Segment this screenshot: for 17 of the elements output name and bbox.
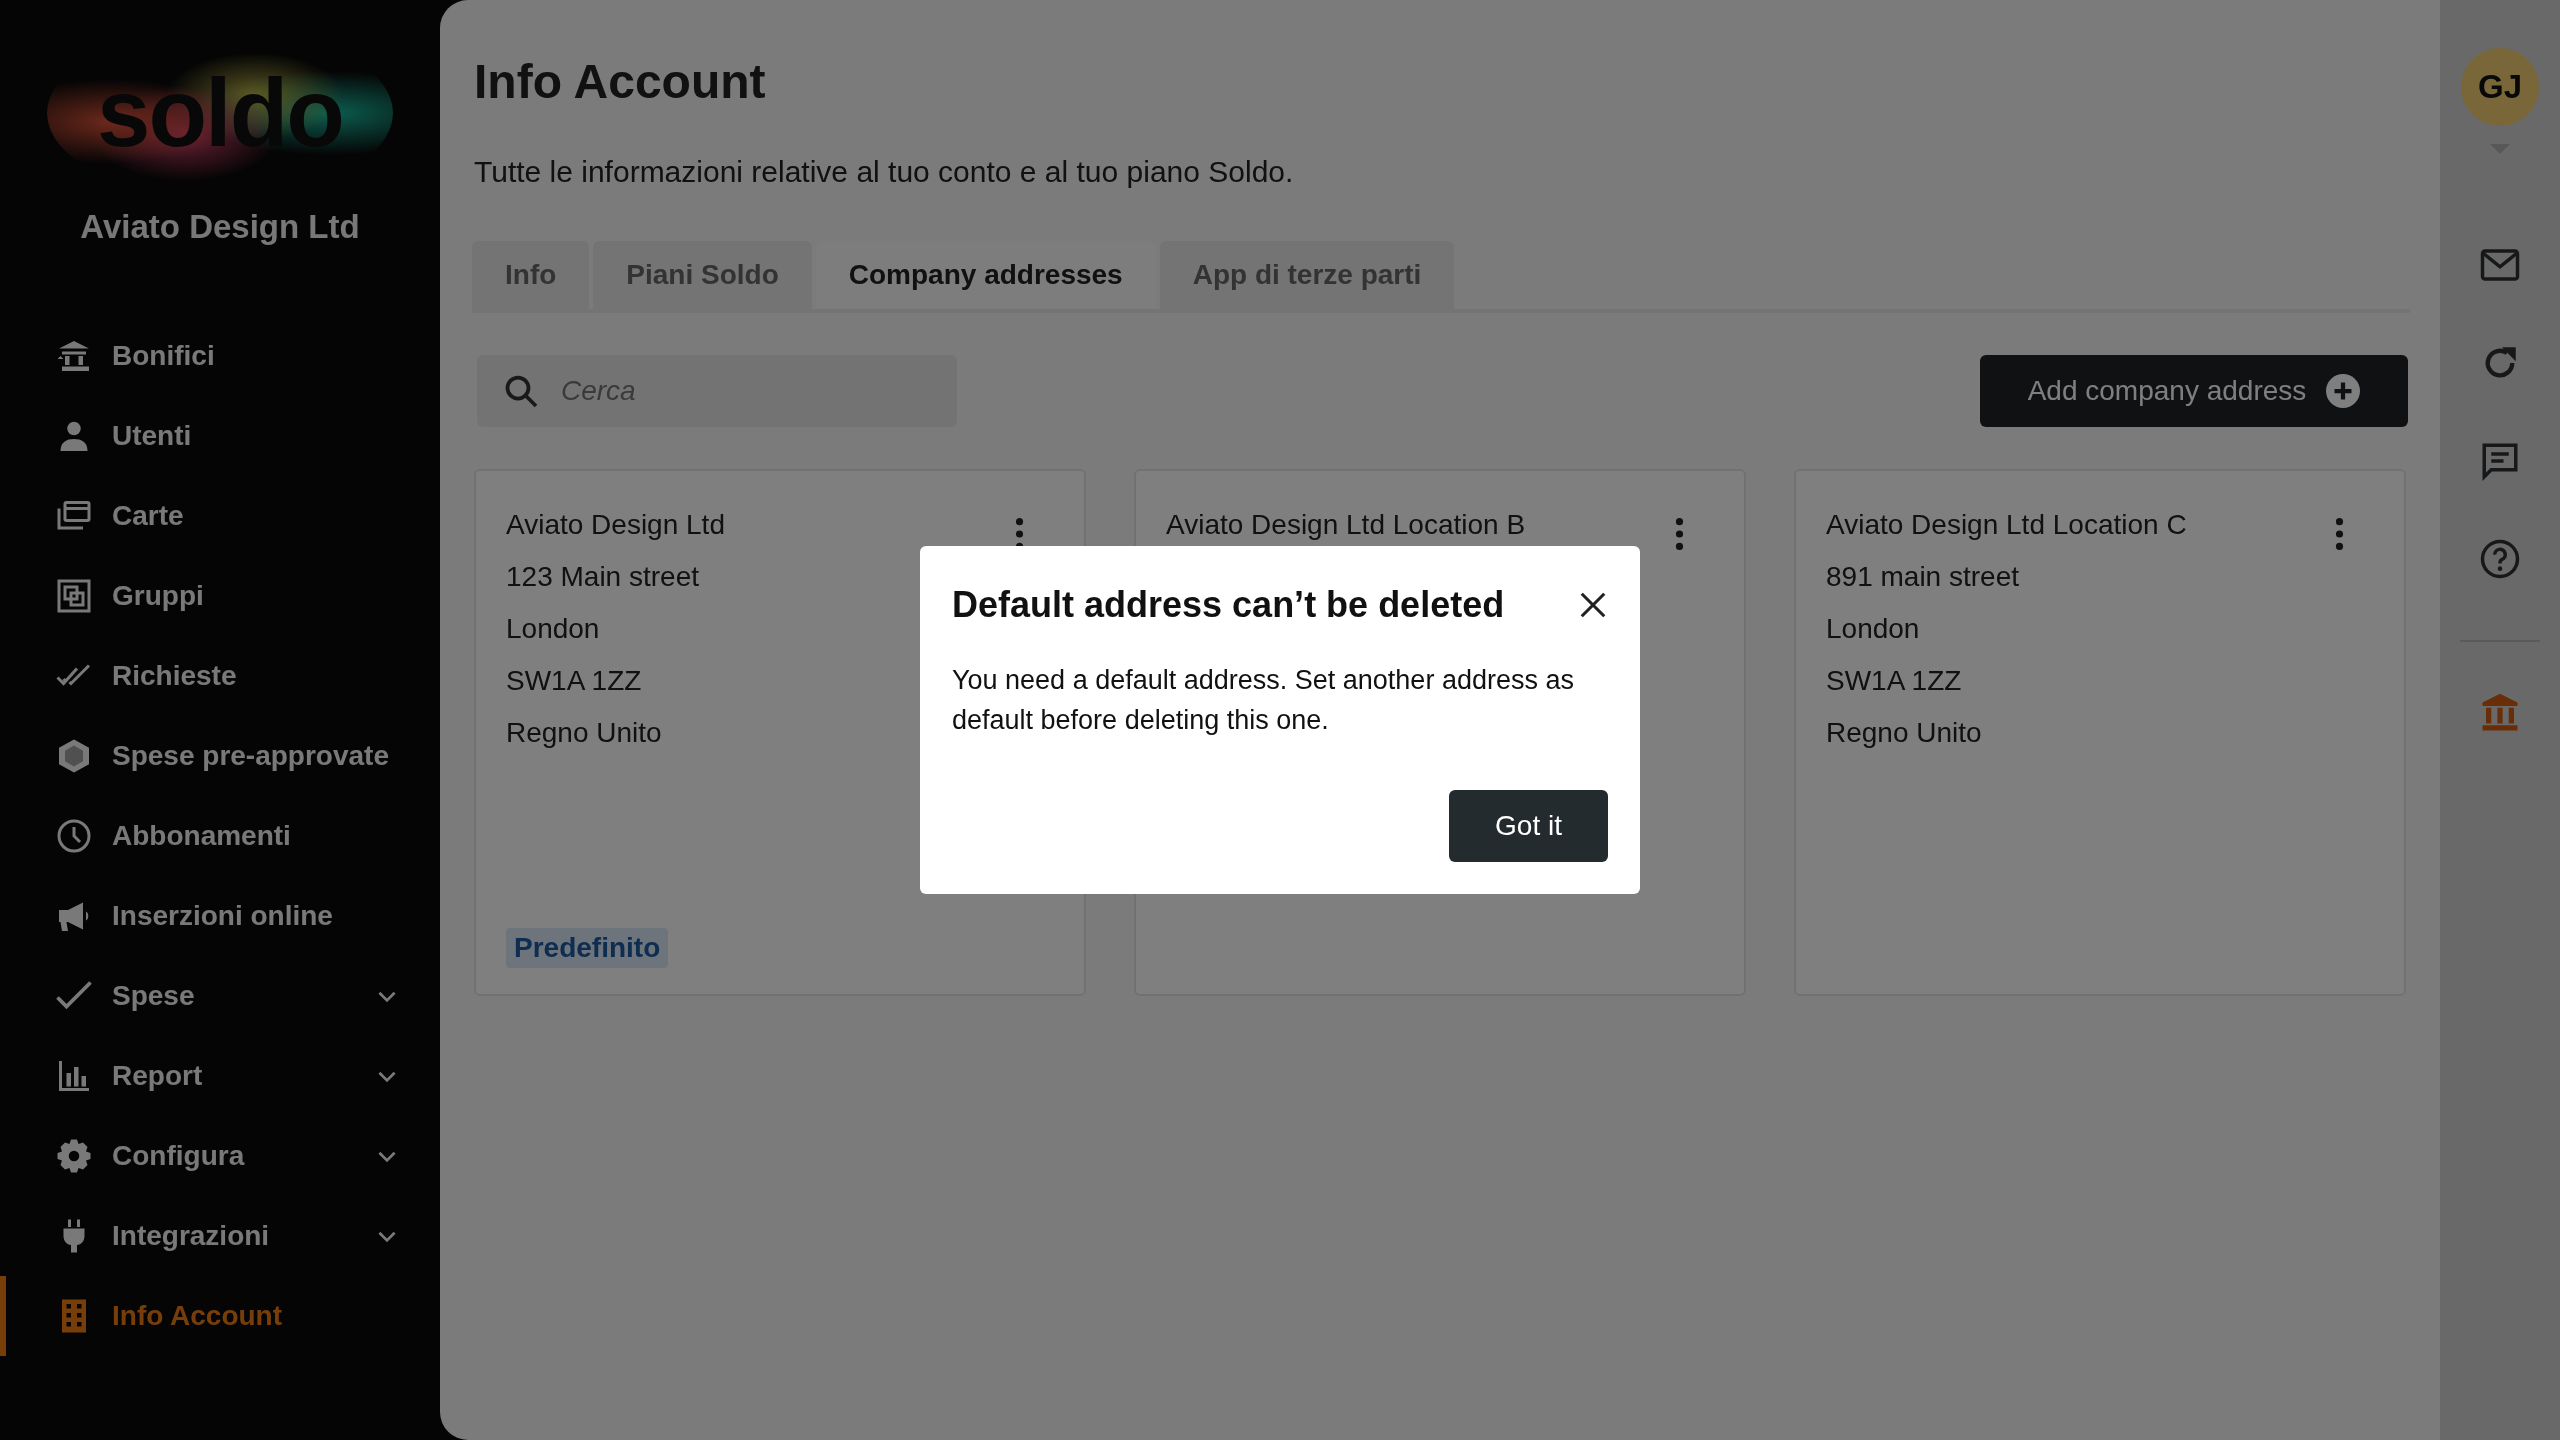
default-tag: Predefinito [506,928,669,968]
page-title: Info Account [474,54,767,109]
address-line: Aviato Design Ltd Location B [1166,508,1526,542]
address-line: Regno Unito [1826,716,1983,750]
page-subtitle: Tutte le informazioni relative al tuo conto e al tuo piano Soldo. [474,155,1295,189]
company-name: Aviato Design Ltd [79,208,361,246]
address-line: 891 main street [1826,560,2020,594]
dialog-message: You need a default address. Set another address as default before deleting this one. [952,664,1575,737]
address-line: 123 Main street [506,560,700,594]
address-line: Aviato Design Ltd [506,508,725,542]
address-line: Aviato Design Ltd Location C [1826,508,2187,542]
address-line: London [1826,612,1921,646]
dialog-title: Default address can’t be deleted [952,584,1505,626]
address-line: Regno Unito [506,716,663,750]
address-line: SW1A 1ZZ [1826,664,1963,698]
address-line: SW1A 1ZZ [506,664,643,698]
address-line: London [506,612,601,646]
